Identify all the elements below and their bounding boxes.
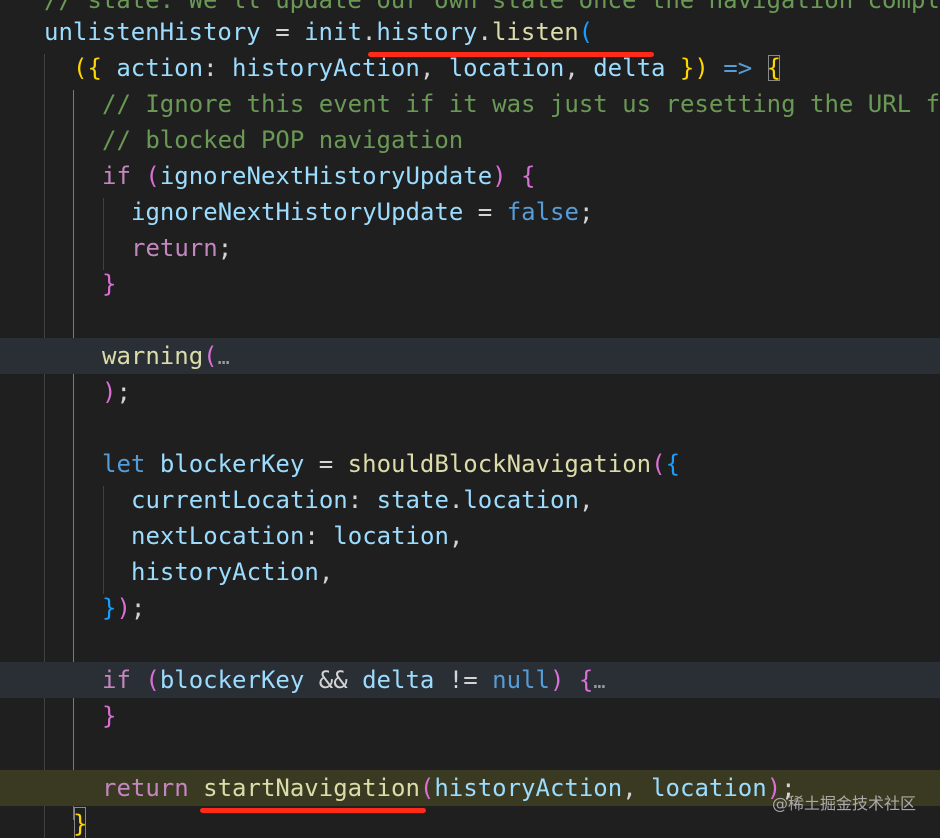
- bracket: ): [102, 378, 117, 406]
- bracket: {: [665, 450, 681, 478]
- code-line-5: if (ignoreNextHistoryUpdate) {: [102, 162, 536, 190]
- watermark: @稀土掘金技术社区: [771, 794, 916, 813]
- bracket-match: }: [73, 806, 87, 838]
- annotation-underline-history-listen: [368, 52, 654, 57]
- keyword-let: let: [102, 450, 146, 478]
- function-startNavigation: startNavigation: [203, 774, 420, 802]
- identifier-init: init: [304, 18, 362, 46]
- keyword-if: if: [102, 162, 131, 190]
- bracket: (: [651, 450, 666, 478]
- bracket: {: [564, 666, 594, 694]
- code-line-13: let blockerKey = shouldBlockNavigation({: [102, 450, 681, 478]
- keyword-if: if: [102, 666, 131, 694]
- bracket: {: [506, 162, 536, 190]
- bracket: }: [102, 702, 117, 730]
- code-line-19: if (blockerKey && delta != null) {…: [0, 662, 940, 698]
- code-editor[interactable]: // state. We'll update our own state onc…: [0, 0, 940, 838]
- keyword-return: return: [102, 774, 189, 802]
- literal-false: false: [506, 198, 579, 226]
- bracket: ): [116, 594, 131, 622]
- code-line-6: ignoreNextHistoryUpdate = false;: [131, 198, 594, 226]
- code-line-4: // blocked POP navigation: [0, 122, 940, 158]
- bracket-match: {: [766, 54, 782, 82]
- function-warning: warning: [102, 342, 204, 370]
- bracket: (: [203, 342, 218, 370]
- code-line-15: nextLocation: location,: [131, 522, 464, 550]
- code-line-17: });: [102, 594, 146, 622]
- code-line-20: }: [0, 698, 940, 734]
- function-shouldBlockNavigation: shouldBlockNavigation: [347, 450, 652, 478]
- bracket: (: [145, 162, 160, 190]
- code-line-8: }: [0, 266, 940, 302]
- identifier-unlistenHistory: unlistenHistory: [44, 18, 261, 46]
- bracket: (: [130, 666, 160, 694]
- code-line-16: historyAction,: [131, 558, 334, 586]
- code-line-7: return;: [131, 234, 233, 262]
- bracket: ({: [73, 54, 102, 82]
- bracket: (: [578, 18, 594, 46]
- bracket: }): [665, 54, 709, 82]
- bracket: ): [492, 162, 507, 190]
- literal-null: null: [492, 666, 550, 694]
- comment: // blocked POP navigation: [102, 126, 464, 154]
- bracket: ): [549, 666, 565, 694]
- arrow: =>: [708, 54, 767, 82]
- code-line-3: // Ignore this event if it was just us r…: [0, 86, 940, 122]
- bracket: (: [419, 774, 435, 802]
- bracket: }: [102, 594, 117, 622]
- bracket: }: [102, 270, 117, 298]
- code-line-10: warning(…: [0, 338, 940, 374]
- comment: // Ignore this event if it was just us r…: [102, 90, 940, 118]
- identifier-listen: listen: [491, 18, 579, 46]
- fold-ellipsis-icon[interactable]: …: [593, 669, 605, 693]
- code-line-11: );: [102, 378, 131, 406]
- keyword-return: return: [131, 234, 218, 262]
- annotation-underline-startNavigation: [200, 808, 426, 813]
- code-line-1: unlistenHistory = init.history.listen(: [44, 18, 594, 46]
- code-line-14: currentLocation: state.location,: [131, 486, 594, 514]
- fold-ellipsis-icon[interactable]: …: [218, 345, 230, 369]
- identifier-history: history: [376, 18, 478, 46]
